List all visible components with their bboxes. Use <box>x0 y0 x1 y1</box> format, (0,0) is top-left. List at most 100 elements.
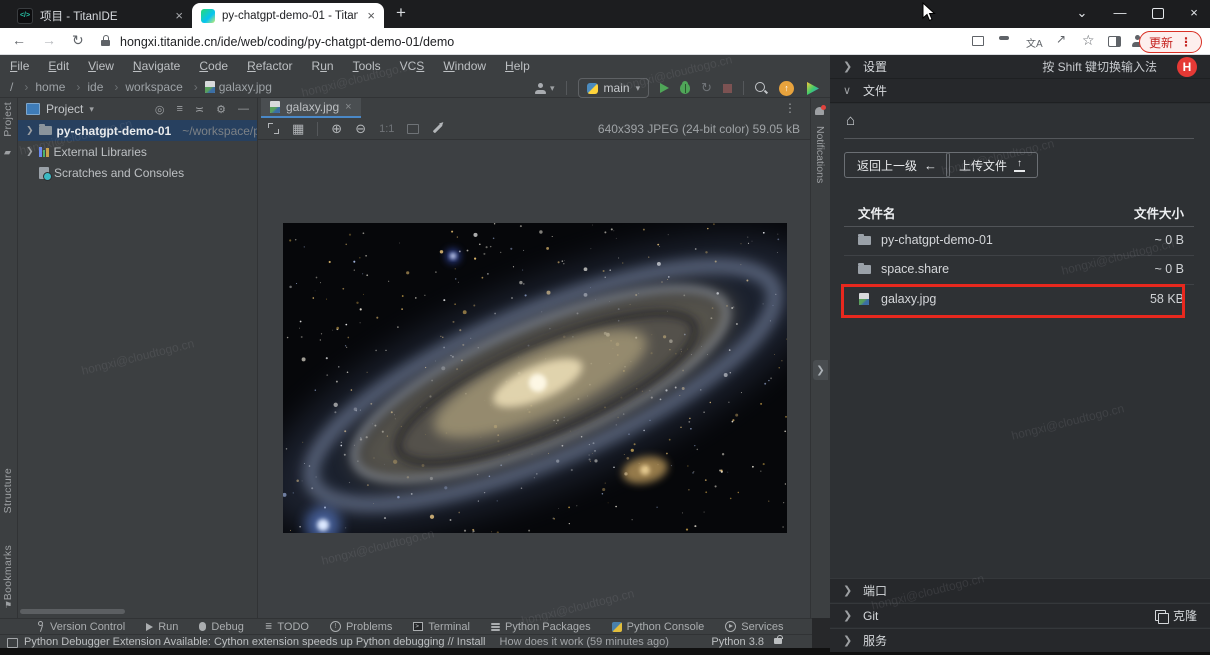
share-icon[interactable]: ↗ <box>1056 32 1066 46</box>
breadcrumb-root[interactable]: / <box>10 80 35 94</box>
titanide-logo-icon[interactable] <box>805 81 820 96</box>
tool-button-todo[interactable]: ≣TODO <box>265 621 309 633</box>
home-icon[interactable]: ⌂ <box>846 112 855 129</box>
status-extra[interactable]: How does it work (59 minutes ago) <box>500 636 669 648</box>
menu-file[interactable]: File <box>10 59 29 73</box>
hide-panel-icon[interactable]: — <box>238 103 249 115</box>
tool-button-project[interactable]: Project <box>2 102 14 137</box>
tool-button-bookmarks[interactable]: Bookmarks <box>2 545 14 600</box>
menu-code[interactable]: Code <box>199 59 228 73</box>
new-tab-button[interactable]: + <box>396 3 406 23</box>
horizontal-scrollbar[interactable] <box>20 609 125 614</box>
chrome-update-button[interactable]: 更新 ⋮ <box>1139 31 1202 53</box>
refresh-icon[interactable]: ↻ <box>72 32 84 49</box>
browser-tab-demo[interactable]: py-chatgpt-demo-01 - TitanID × <box>192 3 384 28</box>
minimize-window-icon[interactable]: — <box>1106 5 1134 20</box>
clone-button[interactable]: 克隆 <box>1155 607 1197 624</box>
zoom-out-icon[interactable]: ⊖ <box>355 121 366 137</box>
breadcrumb-ide[interactable]: ide <box>87 80 125 94</box>
file-row-folder-1[interactable]: py-chatgpt-demo-01 ~ 0 B <box>830 226 1210 255</box>
back-icon[interactable]: ← <box>12 32 26 48</box>
settings-gear-icon[interactable]: ⚙ <box>216 103 226 116</box>
tab-close-icon[interactable]: × <box>175 8 183 23</box>
ide-update-icon[interactable]: ↑ <box>779 81 794 96</box>
file-row-folder-2[interactable]: space.share ~ 0 B <box>830 255 1210 284</box>
panel-expander-chevron[interactable]: ❯ <box>813 360 828 380</box>
run-config-select[interactable]: main ▾ <box>578 78 650 98</box>
tool-button-debug[interactable]: Debug <box>199 621 243 633</box>
browser-tab-project[interactable]: </> 项目 - TitanIDE × <box>8 3 192 28</box>
tree-row-project-root[interactable]: ❯ py-chatgpt-demo-01 ~/workspace/py-ch <box>18 120 257 141</box>
section-ports[interactable]: ❯ 端口 <box>830 578 1210 602</box>
user-avatar[interactable]: H <box>1177 57 1197 77</box>
tree-row-scratches[interactable]: Scratches and Consoles <box>18 162 257 183</box>
menu-vcs[interactable]: VCS <box>400 59 425 73</box>
close-window-icon[interactable]: × <box>1180 5 1208 20</box>
profiler-icon[interactable]: ↻ <box>701 83 712 93</box>
menu-run[interactable]: Run <box>312 59 334 73</box>
tab-search-chevron-icon[interactable]: ⌄ <box>1068 5 1096 21</box>
event-log-icon[interactable] <box>7 638 18 648</box>
side-panel-icon[interactable] <box>1108 36 1121 47</box>
back-to-parent-button[interactable]: 返回上一级 ← <box>844 152 950 178</box>
project-panel-title[interactable]: Project <box>46 102 83 116</box>
collapse-all-icon[interactable]: ≍ <box>195 103 204 116</box>
menu-tools[interactable]: Tools <box>353 59 381 73</box>
tab-close-icon[interactable]: × <box>367 8 375 23</box>
tool-button-version-control[interactable]: Version Control <box>38 621 125 633</box>
debug-button[interactable] <box>680 83 690 94</box>
locate-file-icon[interactable]: ◎ <box>155 103 165 116</box>
menu-navigate[interactable]: Navigate <box>133 59 180 73</box>
menu-view[interactable]: View <box>88 59 114 73</box>
tool-button-python-packages[interactable]: Python Packages <box>491 621 591 633</box>
tool-button-python-console[interactable]: Python Console <box>612 621 705 633</box>
fit-window-icon[interactable] <box>407 124 419 134</box>
edit-externally-icon[interactable] <box>433 124 443 134</box>
more-options-icon[interactable]: ⋮ <box>784 101 796 115</box>
section-files[interactable]: ∨ 文件 <box>830 79 1210 103</box>
tool-button-structure[interactable]: Structure <box>2 468 14 513</box>
install-app-icon[interactable] <box>972 36 984 46</box>
upload-file-button[interactable]: 上传文件 ↑ <box>946 152 1038 178</box>
menu-edit[interactable]: Edit <box>48 59 69 73</box>
chevron-right-icon[interactable]: ❯ <box>26 125 34 136</box>
restore-window-icon[interactable] <box>1152 8 1164 19</box>
actual-size-button[interactable]: 1:1 <box>379 123 394 135</box>
tool-button-notifications[interactable]: Notifications <box>814 126 826 183</box>
editor-tab-galaxy[interactable]: galaxy.jpg × <box>261 98 361 118</box>
browser-menu-icon[interactable]: ⋮ <box>1180 35 1192 49</box>
run-button[interactable] <box>660 83 669 93</box>
chevron-down-icon[interactable]: ▾ <box>89 104 94 115</box>
section-git[interactable]: ❯ Git 克隆 <box>830 603 1210 627</box>
https-lock-icon[interactable] <box>101 38 110 46</box>
status-message[interactable]: Python Debugger Extension Available: Cyt… <box>24 636 669 648</box>
python-interpreter-widget[interactable]: Python 3.8 <box>711 636 764 648</box>
tree-row-external-libraries[interactable]: ❯ External Libraries <box>18 141 257 162</box>
address-bar[interactable]: hongxi.titanide.cn/ide/web/coding/py-cha… <box>120 35 454 49</box>
breadcrumb-home[interactable]: home <box>35 80 87 94</box>
section-services[interactable]: ❯ 服务 <box>830 628 1210 652</box>
notifications-bell-icon[interactable] <box>815 107 824 115</box>
menu-refactor[interactable]: Refactor <box>247 59 292 73</box>
forward-icon[interactable]: → <box>42 32 56 48</box>
grid-toggle-icon[interactable]: ▦ <box>292 121 304 137</box>
unlock-icon[interactable] <box>774 638 782 644</box>
section-settings[interactable]: ❯ 设置 按 Shift 键切换输入法 H <box>830 55 1210 79</box>
breadcrumb-workspace[interactable]: workspace <box>125 80 204 94</box>
key-icon[interactable] <box>999 36 1009 40</box>
tool-button-run[interactable]: Run <box>146 621 178 633</box>
chevron-right-icon[interactable]: ❯ <box>26 146 34 157</box>
expand-all-icon[interactable]: ≡ <box>176 103 182 115</box>
menu-help[interactable]: Help <box>505 59 530 73</box>
tool-button-services[interactable]: Services <box>725 621 783 633</box>
tab-close-icon[interactable]: × <box>345 101 351 113</box>
zoom-in-icon[interactable]: ⊕ <box>331 121 342 137</box>
search-everywhere-icon[interactable] <box>755 82 768 95</box>
user-menu-button[interactable]: ▾ <box>535 83 555 94</box>
zoom-to-fit-icon[interactable] <box>268 123 279 134</box>
tool-button-problems[interactable]: !Problems <box>330 621 392 633</box>
stop-button[interactable] <box>723 84 732 93</box>
tool-button-terminal[interactable]: >Terminal <box>413 621 470 633</box>
breadcrumb-file[interactable]: galaxy.jpg <box>205 80 272 94</box>
bookmark-star-icon[interactable]: ☆ <box>1082 32 1095 49</box>
